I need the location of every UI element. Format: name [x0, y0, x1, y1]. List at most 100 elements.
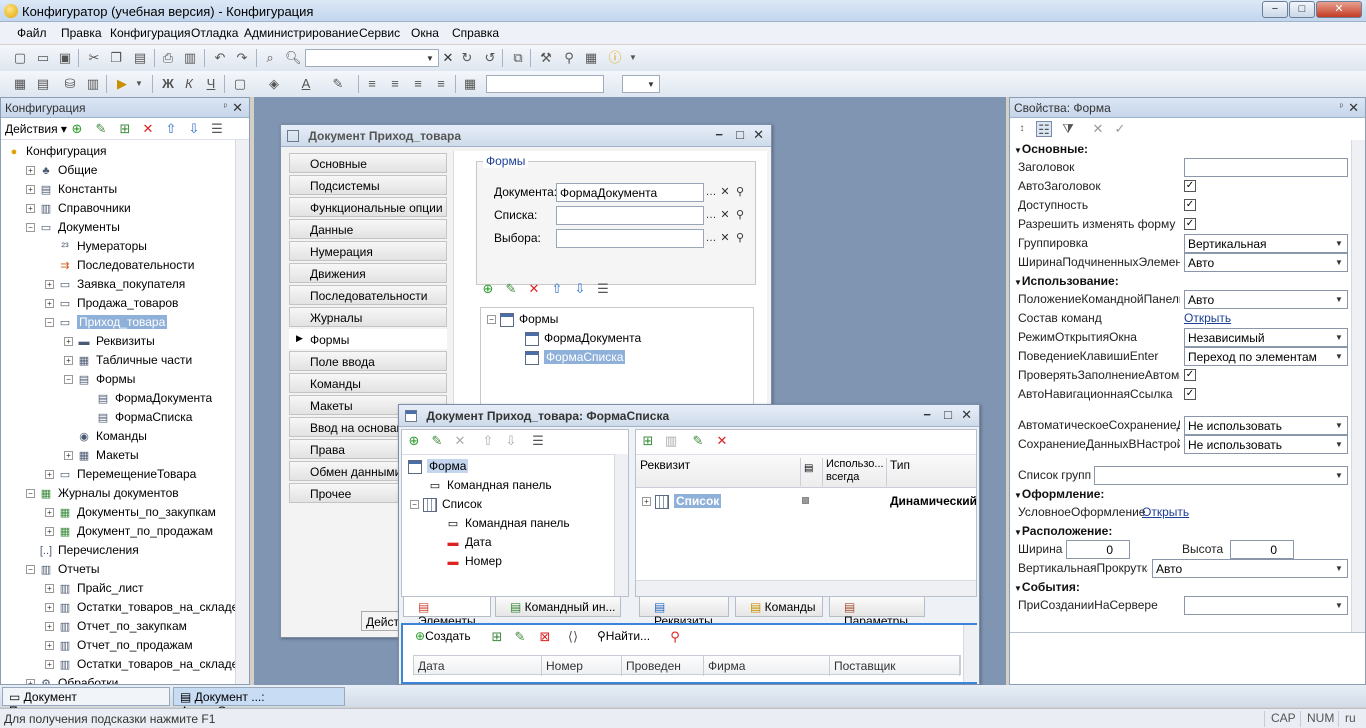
underline-icon[interactable]: Ч — [203, 76, 219, 92]
tree-item[interactable]: − ▭ Приход_товара — [45, 313, 168, 332]
open-icon[interactable]: ▭ — [35, 50, 51, 66]
categorized-icon[interactable]: ☷ — [1036, 121, 1052, 137]
tree-item[interactable]: + ▥ Отчет_по_продажам — [45, 636, 193, 655]
nav-item[interactable]: Подсистемы — [289, 175, 447, 195]
minimize-icon[interactable]: − — [923, 407, 931, 422]
document-form-field[interactable]: ФормаДокумента — [556, 183, 704, 202]
apply-icon[interactable]: ✓ — [1112, 121, 1128, 137]
list-form-field[interactable] — [556, 206, 704, 225]
property-field[interactable]: ▼ — [1184, 596, 1348, 615]
chevron-down-icon[interactable]: ▼ — [1333, 419, 1345, 433]
tree-item[interactable]: + ▥ Остатки_товаров_на_складе_2 — [45, 655, 235, 674]
size-combo[interactable]: ▼ — [622, 75, 660, 93]
tree-item[interactable]: − ▦ Журналы документов — [26, 484, 179, 503]
pin-icon[interactable]: ᵖ — [1340, 101, 1343, 111]
tree-item[interactable]: + ▦ Макеты — [64, 446, 139, 465]
property-field[interactable]: Авто ▼ — [1152, 559, 1348, 578]
nav-item[interactable]: Движения — [289, 263, 447, 283]
select-button[interactable]: … — [704, 184, 718, 201]
property-field[interactable]: Авто ▼ — [1184, 253, 1348, 272]
property-group[interactable]: ▼Оформление: — [1014, 485, 1104, 503]
tree-item[interactable]: + ⚙ Обработки — [26, 674, 118, 684]
menu-help[interactable]: Справка — [452, 26, 499, 40]
align-center-icon[interactable]: ≡ — [387, 76, 403, 92]
expand-icon[interactable]: + — [45, 280, 54, 290]
open-link[interactable]: Открыть — [1142, 503, 1189, 522]
nav-item[interactable]: Функциональные опции — [289, 197, 447, 217]
element-list-command-bar[interactable]: ▭ Командная панель — [446, 514, 570, 533]
pin-icon[interactable]: ᵖ — [224, 101, 227, 111]
move-down-icon[interactable]: ⇩ — [186, 121, 202, 137]
close-icon[interactable]: ✕ — [961, 407, 972, 423]
move-up-icon[interactable]: ⇧ — [480, 433, 496, 449]
nav-item[interactable]: Последовательности — [289, 285, 447, 305]
delete-form-icon[interactable]: ✕ — [526, 281, 542, 297]
close-icon[interactable]: ✕ — [232, 100, 243, 116]
fill-icon[interactable]: ◈ — [266, 76, 282, 92]
move-down-icon[interactable]: ⇩ — [503, 433, 519, 449]
menu-debug[interactable]: Отладка — [191, 26, 238, 40]
chevron-down-icon[interactable]: ▼ — [1333, 237, 1345, 251]
text-icon[interactable]: ▦ — [583, 50, 599, 66]
tree-item[interactable]: ◉ Команды — [64, 427, 147, 446]
list-icon[interactable]: ☰ — [209, 121, 225, 137]
clear-icon[interactable]: ✕ — [718, 207, 732, 224]
tree-item[interactable]: − ▥ Отчеты — [26, 560, 99, 579]
expand-icon[interactable]: + — [45, 470, 54, 480]
filter-icon[interactable]: ⧩ — [1060, 121, 1076, 137]
italic-icon[interactable]: К — [181, 76, 197, 92]
column-posted[interactable]: Проведен — [622, 656, 704, 676]
expand-icon[interactable]: + — [26, 166, 35, 176]
element-form[interactable]: Форма — [408, 457, 469, 476]
highlight-icon[interactable]: ✎ — [330, 76, 346, 92]
move-down-icon[interactable]: ⇩ — [572, 281, 588, 297]
db-icon[interactable]: ⛁ — [62, 76, 78, 92]
clear-search-icon[interactable]: ✕ — [440, 50, 456, 66]
property-checkbox[interactable]: ✓ — [1184, 180, 1196, 192]
expand-icon[interactable]: + — [45, 660, 54, 670]
find-icon[interactable]: ⌕ — [262, 50, 278, 66]
expand-icon[interactable]: + — [64, 356, 73, 366]
add-form-icon[interactable]: ⊕ — [480, 281, 496, 297]
element-number[interactable]: ▬ Номер — [446, 552, 502, 571]
edit-icon[interactable]: ✎ — [93, 121, 109, 137]
delete-icon[interactable]: ✕ — [140, 121, 156, 137]
find-next-icon[interactable]: ↻ — [459, 50, 475, 66]
edit-attribute-icon[interactable]: ✎ — [690, 433, 706, 449]
select-button[interactable]: … — [704, 230, 718, 247]
column-company[interactable]: Фирма — [704, 656, 830, 676]
tree-item[interactable]: + ▥ Прайс_лист — [45, 579, 144, 598]
tab-commands[interactable]: ▤ Команды — [735, 597, 823, 617]
tree-item[interactable]: + ▦ Документы_по_закупкам — [45, 503, 216, 522]
nav-item[interactable]: Нумерация — [289, 241, 447, 261]
expand-icon[interactable]: + — [45, 603, 54, 613]
cancel-search-icon[interactable]: ⚲ — [667, 629, 683, 645]
copy-row-icon[interactable]: ⊞ — [489, 629, 505, 645]
maximize-button[interactable]: □ — [1289, 1, 1315, 18]
add-column-icon[interactable]: ▥ — [663, 433, 679, 449]
collapse-icon[interactable]: − — [64, 375, 73, 385]
tab-elements[interactable]: ▤ Элементы — [403, 597, 491, 628]
tree-item[interactable]: [..] Перечисления — [26, 541, 139, 560]
tree-item[interactable]: + ♣ Общие — [26, 161, 97, 180]
list-icon[interactable]: ☰ — [595, 281, 611, 297]
menu-configuration[interactable]: Конфигурация — [110, 26, 191, 40]
property-group[interactable]: ▼Основные: — [1014, 140, 1088, 158]
chevron-down-icon[interactable]: ▼ — [1333, 599, 1345, 613]
expand-icon[interactable]: + — [45, 622, 54, 632]
justify-icon[interactable]: ≡ — [433, 76, 449, 92]
chevron-down-icon[interactable]: ▼ — [1333, 256, 1345, 270]
tree-item[interactable]: ▤ ФормаДокумента — [83, 389, 212, 408]
chevron-down-icon[interactable]: ▼ — [1333, 469, 1345, 483]
elements-scrollbar[interactable] — [614, 454, 628, 596]
print-preview-icon[interactable]: ▥ — [182, 50, 198, 66]
add-child-icon[interactable]: ⊞ — [117, 121, 133, 137]
find-button[interactable]: ⚲Найти... — [597, 629, 650, 643]
align-left-icon[interactable]: ≡ — [364, 76, 380, 92]
expand-icon[interactable]: + — [26, 185, 35, 195]
search-combo[interactable]: ▼ — [305, 49, 439, 67]
property-group[interactable]: ▼Использование: — [1014, 272, 1119, 290]
actions-menu[interactable]: Действия ▾ — [5, 122, 67, 136]
tree-item[interactable]: + ▤ Константы — [26, 180, 117, 199]
chevron-down-icon[interactable]: ▼ — [1333, 331, 1345, 345]
